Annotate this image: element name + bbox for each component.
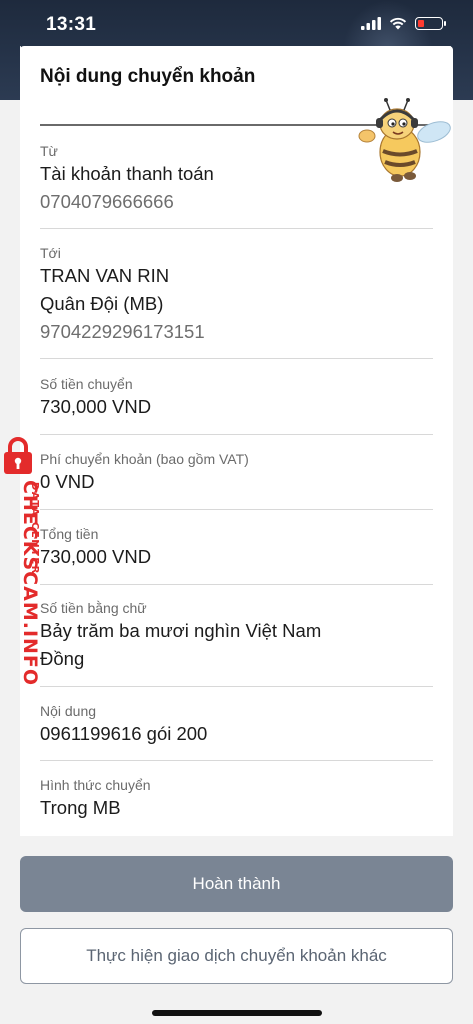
card-title: Nội dung chuyển khoản bbox=[40, 66, 256, 87]
card-scalloped-edge bbox=[20, 46, 453, 56]
amount-label: Số tiền chuyển bbox=[40, 376, 133, 392]
status-time: 13:31 bbox=[46, 14, 97, 35]
amount-value: 730,000 VND bbox=[40, 396, 152, 417]
to-label: Tới bbox=[40, 245, 61, 261]
status-icons bbox=[361, 17, 446, 30]
method-label: Hình thức chuyển bbox=[40, 777, 151, 793]
recipient-name: TRAN VAN RIN bbox=[40, 265, 170, 286]
battery-icon bbox=[415, 17, 446, 30]
content-label: Nội dung bbox=[40, 703, 97, 719]
total-label: Tổng tiền bbox=[40, 526, 99, 542]
wifi-icon bbox=[389, 17, 407, 30]
fee-section: Phí chuyển khoản (bao gồm VAT) 0 VND bbox=[40, 450, 433, 496]
content-section: Nội dung 0961199616 gói 200 bbox=[40, 702, 433, 748]
divider bbox=[40, 760, 433, 761]
recipient-account-number: 9704229296173151 bbox=[40, 321, 205, 342]
total-section: Tổng tiền 730,000 VND bbox=[40, 525, 433, 571]
fee-value: 0 VND bbox=[40, 471, 95, 492]
divider bbox=[40, 358, 433, 359]
from-account-number: 0704079666666 bbox=[40, 191, 174, 212]
checkscam-watermark: CHECKSCAM.INFO DATA CENTER bbox=[2, 436, 42, 686]
amount-words-label: Số tiền bằng chữ bbox=[40, 600, 147, 616]
lock-icon bbox=[4, 437, 32, 474]
recipient-bank: Quân Đội (MB) bbox=[40, 293, 164, 314]
method-value: Trong MB bbox=[40, 797, 121, 818]
bee-mascot-icon bbox=[358, 98, 451, 182]
signal-icon bbox=[361, 17, 381, 30]
watermark-sub-text: DATA CENTER bbox=[29, 482, 40, 575]
divider bbox=[40, 686, 433, 687]
amount-section: Số tiền chuyển 730,000 VND bbox=[40, 375, 433, 421]
divider bbox=[40, 434, 433, 435]
home-indicator bbox=[152, 1010, 322, 1016]
amount-words-line1: Bảy trăm ba mươi nghìn Việt Nam bbox=[40, 620, 322, 641]
divider bbox=[40, 509, 433, 510]
content-value: 0961199616 gói 200 bbox=[40, 723, 208, 744]
fee-label: Phí chuyển khoản (bao gồm VAT) bbox=[40, 451, 249, 467]
done-button[interactable]: Hoàn thành bbox=[20, 856, 453, 912]
amount-words-line2: Đồng bbox=[40, 648, 85, 669]
divider bbox=[40, 228, 433, 229]
to-section: Tới TRAN VAN RIN Quân Đội (MB) 970422929… bbox=[40, 244, 433, 346]
divider bbox=[40, 584, 433, 585]
method-section: Hình thức chuyển Trong MB bbox=[40, 776, 433, 822]
total-value: 730,000 VND bbox=[40, 546, 152, 567]
new-transfer-button[interactable]: Thực hiện giao dịch chuyển khoản khác bbox=[20, 928, 453, 984]
status-bar: 13:31 bbox=[0, 0, 473, 52]
amount-words-section: Số tiền bằng chữ Bảy trăm ba mươi nghìn … bbox=[40, 599, 433, 673]
